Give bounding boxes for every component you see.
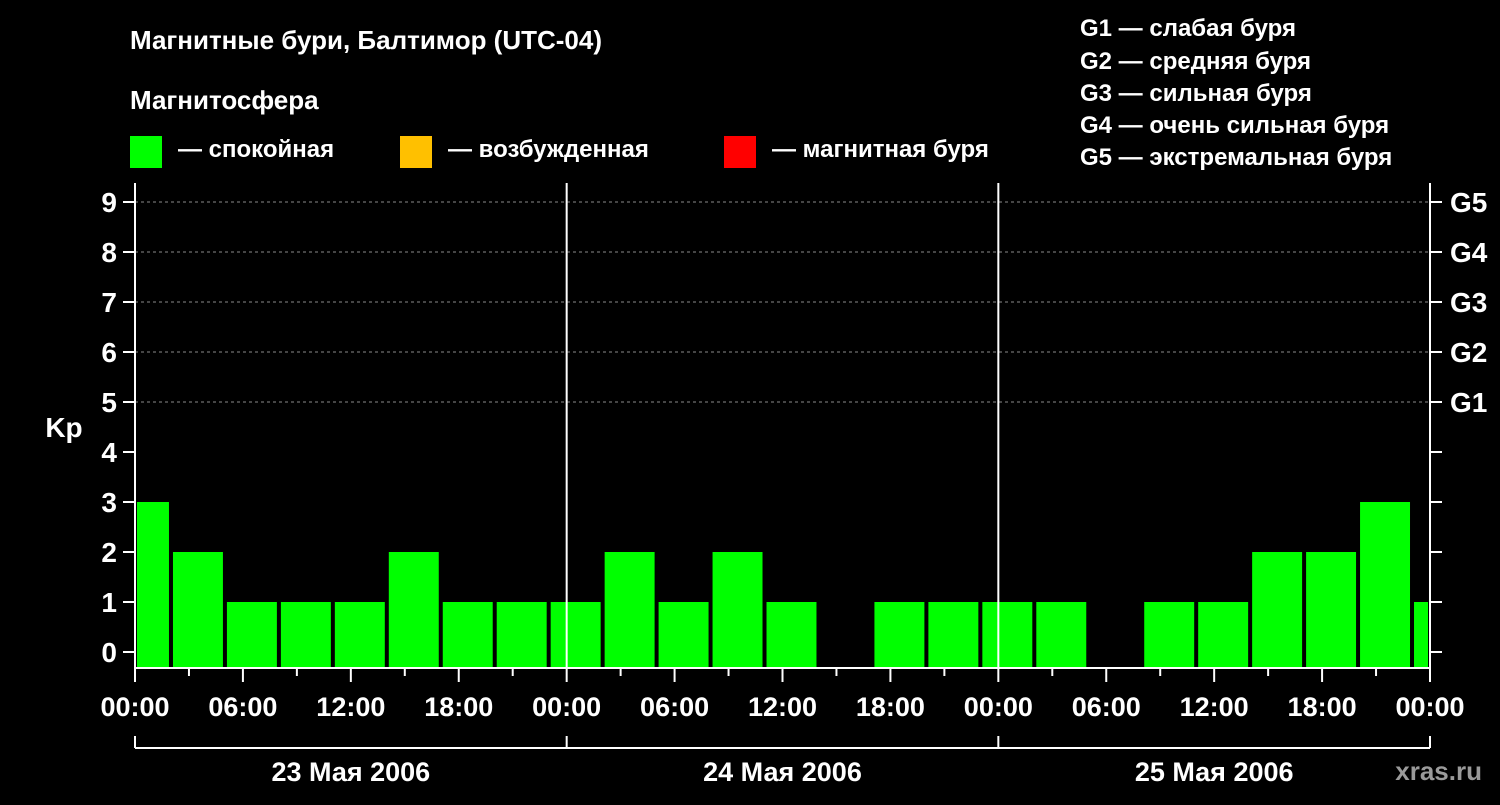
day-label: 23 Мая 2006 bbox=[271, 757, 430, 787]
x-tick-label: 12:00 bbox=[316, 692, 385, 722]
g-scale-legend: G1 — слабая буря G2 — средняя буря G3 — … bbox=[1080, 15, 1392, 171]
kp-bar bbox=[874, 602, 925, 668]
y-tick-label: 6 bbox=[101, 337, 117, 368]
kp-bar bbox=[172, 552, 223, 668]
g-scale-item-g4: G4 — очень сильная буря bbox=[1080, 112, 1389, 139]
day-axis: 23 Мая 2006 24 Мая 2006 25 Мая 2006 bbox=[134, 736, 1431, 787]
kp-bar bbox=[137, 502, 169, 668]
kp-bar bbox=[334, 602, 385, 668]
x-tick-label: 00:00 bbox=[532, 692, 601, 722]
kp-bar bbox=[1144, 602, 1195, 668]
x-tick-label: 06:00 bbox=[640, 692, 709, 722]
legend-heading: Магнитосфера bbox=[130, 85, 319, 115]
y-tick-label: 2 bbox=[101, 537, 117, 568]
legend: — спокойная — возбужденная — магнитная б… bbox=[130, 136, 989, 168]
kp-bar bbox=[1252, 552, 1303, 668]
x-tick-label: 12:00 bbox=[748, 692, 817, 722]
chart-title: Магнитные бури, Балтимор (UTC-04) bbox=[130, 25, 602, 55]
kp-bar bbox=[1306, 552, 1357, 668]
kp-bar bbox=[550, 602, 601, 668]
axes bbox=[134, 183, 1431, 669]
watermark: xras.ru bbox=[1395, 756, 1482, 786]
y-tick-label: 8 bbox=[101, 237, 117, 268]
x-tick-label: 00:00 bbox=[1395, 692, 1464, 722]
x-tick-label: 18:00 bbox=[856, 692, 925, 722]
y-tick-label: 4 bbox=[101, 437, 117, 468]
x-tick-label: 06:00 bbox=[1072, 692, 1141, 722]
x-tick-label: 12:00 bbox=[1180, 692, 1249, 722]
y-tick-label: 0 bbox=[101, 637, 117, 668]
kp-bar bbox=[496, 602, 547, 668]
g-axis-ticks: G1 G2 G3 G4 G5 bbox=[1430, 187, 1488, 653]
g-scale-item-g5: G5 — экстремальная буря bbox=[1080, 144, 1392, 171]
g-scale-item-g2: G2 — средняя буря bbox=[1080, 48, 1311, 75]
kp-chart: Магнитные бури, Балтимор (UTC-04) Магнит… bbox=[45, 15, 1488, 787]
x-axis-ticks: 00:00 06:00 12:00 18:00 00:00 06:00 12:00 18:00… bbox=[100, 668, 1465, 722]
g-tick-label: G2 bbox=[1450, 337, 1487, 368]
g-tick-label: G1 bbox=[1450, 387, 1487, 418]
kp-bar bbox=[766, 602, 817, 668]
y-axis-ticks: 0 1 2 3 4 5 6 7 8 9 bbox=[101, 187, 135, 668]
x-tick-label: 06:00 bbox=[208, 692, 277, 722]
kp-bar bbox=[928, 602, 979, 668]
x-tick-label: 00:00 bbox=[100, 692, 169, 722]
x-tick-label: 18:00 bbox=[1288, 692, 1357, 722]
kp-bar bbox=[604, 552, 655, 668]
legend-label-active: — возбужденная bbox=[448, 136, 649, 163]
gridlines bbox=[135, 201, 1430, 403]
kp-bar bbox=[1414, 602, 1428, 668]
kp-bar bbox=[388, 552, 439, 668]
kp-bar bbox=[442, 602, 493, 668]
legend-label-quiet: — спокойная bbox=[178, 136, 334, 163]
y-tick-label: 1 bbox=[101, 587, 117, 618]
x-tick-label: 00:00 bbox=[964, 692, 1033, 722]
bars bbox=[137, 502, 1428, 668]
y-tick-label: 3 bbox=[101, 487, 117, 518]
g-tick-label: G4 bbox=[1450, 237, 1488, 268]
kp-bar bbox=[1036, 602, 1087, 668]
day-label: 25 Мая 2006 bbox=[1135, 757, 1294, 787]
kp-bar bbox=[982, 602, 1033, 668]
g-tick-label: G3 bbox=[1450, 287, 1487, 318]
legend-swatch-quiet bbox=[130, 136, 162, 168]
legend-label-storm: — магнитная буря bbox=[772, 136, 989, 163]
kp-bar bbox=[280, 602, 331, 668]
kp-bar bbox=[1198, 602, 1249, 668]
y-tick-label: 5 bbox=[101, 387, 117, 418]
y-axis-label: Kp bbox=[45, 412, 82, 443]
legend-swatch-active bbox=[400, 136, 432, 168]
g-scale-item-g1: G1 — слабая буря bbox=[1080, 15, 1296, 42]
y-tick-label: 9 bbox=[101, 187, 117, 218]
day-label: 24 Мая 2006 bbox=[703, 757, 862, 787]
kp-bar bbox=[1360, 502, 1411, 668]
y-tick-label: 7 bbox=[101, 287, 117, 318]
x-tick-label: 18:00 bbox=[424, 692, 493, 722]
g-scale-item-g3: G3 — сильная буря bbox=[1080, 80, 1312, 107]
g-tick-label: G5 bbox=[1450, 187, 1487, 218]
legend-swatch-storm bbox=[724, 136, 756, 168]
kp-bar bbox=[226, 602, 277, 668]
kp-bar bbox=[658, 602, 709, 668]
kp-bar bbox=[712, 552, 763, 668]
